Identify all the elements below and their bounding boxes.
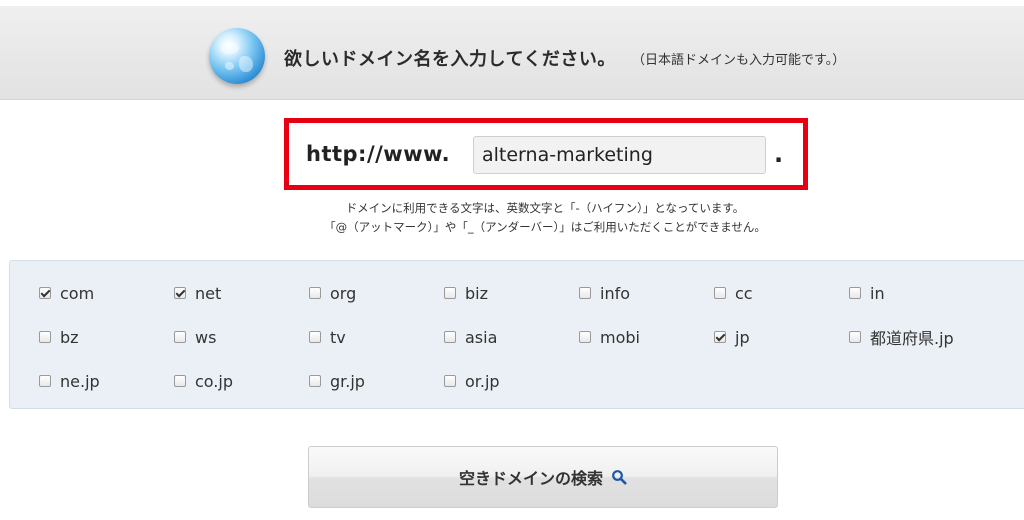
tld-checkbox[interactable] <box>309 331 321 343</box>
tld-label: com <box>60 283 95 303</box>
tld-panel: com net org biz info cc in bz ws tv asia mobi jp 都道府県… <box>9 260 1024 409</box>
tld-label: asia <box>465 327 498 347</box>
tld-checkbox[interactable] <box>39 287 51 299</box>
tld-label: net <box>195 283 222 303</box>
tld-label: co.jp <box>195 371 233 391</box>
tld-option[interactable]: info <box>579 283 630 303</box>
tld-option[interactable]: 都道府県.jp <box>849 327 954 348</box>
tld-label: biz <box>465 283 488 303</box>
tld-option[interactable]: com <box>39 283 94 303</box>
tld-label: gr.jp <box>330 371 365 391</box>
tld-option[interactable]: mobi <box>579 327 640 347</box>
tld-label: mobi <box>600 327 640 347</box>
tld-option[interactable]: cc <box>714 283 753 303</box>
tld-label: jp <box>735 327 750 347</box>
tld-option[interactable]: asia <box>444 327 497 347</box>
tld-option[interactable]: bz <box>39 327 79 347</box>
tld-checkbox[interactable] <box>444 331 456 343</box>
globe-icon <box>209 28 265 84</box>
tld-option[interactable]: in <box>849 283 885 303</box>
tld-option[interactable]: or.jp <box>444 371 500 391</box>
tld-checkbox[interactable] <box>714 331 726 343</box>
character-notice: ドメインに利用できる文字は、英数文字と「-（ハイフン）」となっています。 「@（… <box>0 199 1024 237</box>
url-prefix: http://www. <box>306 142 451 166</box>
header-banner: 欲しいドメイン名を入力してください。 （日本語ドメインも入力可能です。） <box>0 6 1024 100</box>
tld-checkbox[interactable] <box>174 375 186 387</box>
search-button-label: 空きドメインの検索 <box>458 469 603 488</box>
tld-checkbox[interactable] <box>39 331 51 343</box>
tld-option[interactable]: biz <box>444 283 488 303</box>
tld-option[interactable]: co.jp <box>174 371 233 391</box>
tld-label: bz <box>60 327 79 347</box>
japanese-domain-note: （日本語ドメインも入力可能です。） <box>632 53 846 68</box>
tld-checkbox[interactable] <box>849 331 861 343</box>
tld-checkbox[interactable] <box>174 331 186 343</box>
tld-checkbox[interactable] <box>579 331 591 343</box>
page-title: 欲しいドメイン名を入力してください。 <box>284 49 616 70</box>
tld-option[interactable]: jp <box>714 327 750 347</box>
tld-option[interactable]: gr.jp <box>309 371 365 391</box>
tld-checkbox[interactable] <box>579 287 591 299</box>
tld-checkbox[interactable] <box>39 375 51 387</box>
tld-option[interactable]: tv <box>309 327 346 347</box>
domain-name-input[interactable] <box>473 136 766 174</box>
domain-search-page: 欲しいドメイン名を入力してください。 （日本語ドメインも入力可能です。） htt… <box>0 0 1024 520</box>
tld-label: cc <box>735 283 753 303</box>
tld-label: tv <box>330 327 346 347</box>
url-suffix-dot: . <box>774 140 784 168</box>
search-icon <box>611 469 627 485</box>
tld-option[interactable]: ne.jp <box>39 371 100 391</box>
tld-label: org <box>330 283 357 303</box>
tld-option[interactable]: net <box>174 283 221 303</box>
notice-line-1: ドメインに利用できる文字は、英数文字と「-（ハイフン）」となっています。 <box>345 201 745 215</box>
notice-line-2: 「@（アットマーク）」や「_（アンダーバー）」はご利用いただくことができません。 <box>324 220 766 234</box>
tld-checkbox[interactable] <box>309 287 321 299</box>
tld-label: in <box>870 283 885 303</box>
tld-label: or.jp <box>465 371 500 391</box>
tld-label: info <box>600 283 631 303</box>
tld-checkbox[interactable] <box>444 375 456 387</box>
tld-checkbox[interactable] <box>309 375 321 387</box>
tld-label: ws <box>195 327 217 347</box>
tld-label: ne.jp <box>60 371 100 391</box>
tld-checkbox[interactable] <box>444 287 456 299</box>
tld-checkbox[interactable] <box>849 287 861 299</box>
tld-option[interactable]: org <box>309 283 356 303</box>
tld-checkbox[interactable] <box>714 287 726 299</box>
domain-search-button[interactable]: 空きドメインの検索 <box>308 446 778 508</box>
tld-option[interactable]: ws <box>174 327 216 347</box>
tld-label: 都道府県.jp <box>870 329 954 348</box>
tld-checkbox[interactable] <box>174 287 186 299</box>
